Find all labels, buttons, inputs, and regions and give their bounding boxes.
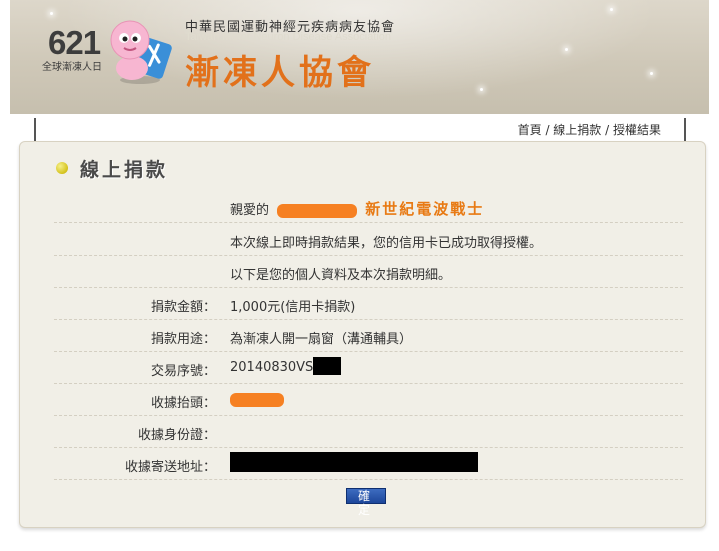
field-row-receipt-title: 收據抬頭： [54,384,683,416]
sparkle-decoration [610,8,613,11]
message-authorized: 本次線上即時捐款結果，您的信用卡已成功取得授權。 [230,236,543,251]
greeting-row: 親愛的 新世紀電波戰士 [54,191,683,223]
message-row: 本次線上即時捐款結果，您的信用卡已成功取得授權。 [54,224,683,256]
transaction-number: 20140830VS [230,360,314,375]
field-value-purpose: 為漸凍人開一扇窗（溝通輔具） [230,332,413,347]
field-value-transaction: 20140830VS [230,357,342,375]
message-row: 以下是您的個人資料及本次捐款明細。 [54,256,683,288]
field-row-purpose: 捐款用途： 為漸凍人開一扇窗（溝通輔具） [54,320,683,352]
mascot-icon [110,20,172,84]
breadcrumb: 首頁 / 線上捐款 / 授權結果 [518,121,661,138]
field-value-amount: 1,000元(信用卡捐款) [230,300,356,315]
redacted-receipt-title [230,392,284,407]
greeting-slogan: 新世紀電波戰士 [365,200,485,218]
field-label: 收據身份證： [137,428,216,443]
field-label: 收據抬頭： [150,396,216,411]
field-label: 捐款用途： [150,332,216,347]
field-value-receipt-title [230,392,284,407]
redacted-address [230,452,478,472]
field-label: 交易序號： [150,364,216,379]
field-value-receipt-address [230,452,478,472]
redacted-transaction-suffix [313,357,342,375]
field-label: 捐款金額： [150,300,216,315]
day-number-logo: 621 [48,24,101,61]
redacted-name [277,203,358,218]
field-row-transaction: 交易序號： 20140830VS [54,352,683,384]
breadcrumb-current: 授權結果 [612,123,661,137]
title-bullet-icon [56,162,68,174]
sparkle-decoration [50,12,53,15]
field-row-receipt-address: 收據寄送地址： [54,448,683,480]
message-details: 以下是您的個人資料及本次捐款明細。 [230,268,452,283]
breadcrumb-home-link[interactable]: 首頁 [518,123,542,137]
association-name-english: Taiwan Motor Neuron Disease Association [185,31,392,43]
breadcrumb-separator: / [541,123,554,137]
breadcrumb-donate-link[interactable]: 線上捐款 [553,123,601,137]
sparkle-decoration [480,88,483,91]
breadcrumb-separator: / [601,123,613,137]
sparkle-decoration [565,48,568,51]
day-caption: 全球漸凍人日 [42,62,102,73]
field-row-receipt-id: 收據身份證： [54,416,683,448]
greeting: 親愛的 新世紀電波戰士 [230,198,484,219]
brand-title: 漸凍人協會 [185,53,375,93]
greeting-prefix: 親愛的 [230,203,270,218]
panel-title: 線上捐款 [80,159,169,181]
field-label: 收據寄送地址： [124,460,216,475]
confirm-button[interactable]: 確 定 [346,488,386,517]
field-row-amount: 捐款金額： 1,000元(信用卡捐款) [54,288,683,320]
sparkle-decoration [650,72,653,75]
